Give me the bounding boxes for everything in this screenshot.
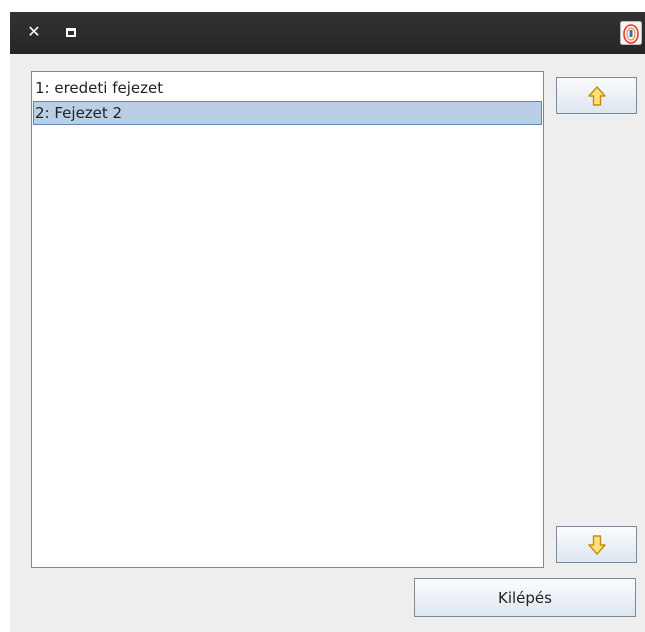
move-down-button[interactable] <box>556 526 637 563</box>
list-item-label: 2: Fejezet 2 <box>35 104 123 122</box>
maximize-icon[interactable] <box>63 24 79 40</box>
close-icon[interactable]: ✕ <box>24 21 44 43</box>
title-bar: ✕ <box>10 12 645 54</box>
chapter-list[interactable]: 1: eredeti fejezet 2: Fejezet 2 <box>31 71 544 568</box>
move-up-button[interactable] <box>556 77 637 114</box>
arrow-up-icon <box>587 85 606 106</box>
exit-button[interactable]: Kilépés <box>414 578 636 617</box>
app-logo-icon <box>620 21 642 45</box>
arrow-down-icon <box>587 534 606 555</box>
list-item[interactable]: 1: eredeti fejezet <box>33 76 542 100</box>
list-item[interactable]: 2: Fejezet 2 <box>33 101 542 125</box>
chapter-order-dialog: ✕ 1: eredeti fejezet 2: Fejezet 2 Kilépé… <box>10 12 645 632</box>
list-item-label: 1: eredeti fejezet <box>35 79 164 97</box>
exit-button-label: Kilépés <box>498 588 552 607</box>
